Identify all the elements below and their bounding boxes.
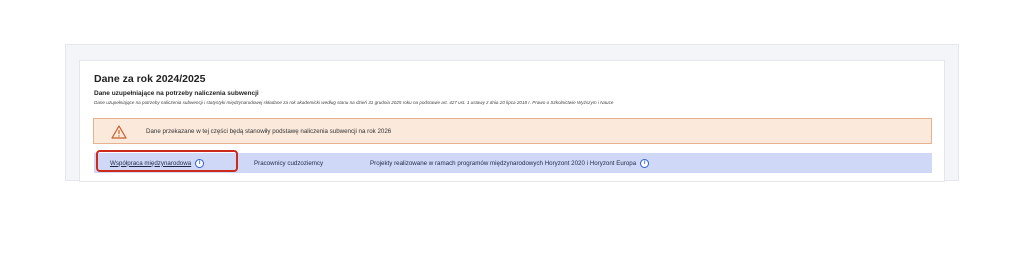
warning-triangle-icon [111, 125, 127, 139]
tab-label: Pracownicy cudzoziemcy [254, 159, 324, 167]
tab-bar: Współpraca międzynarodowa i Pracownicy c… [94, 150, 932, 173]
data-card: Dane za rok 2024/2025 Dane uzupełniające… [79, 60, 945, 182]
warning-banner: Dane przekazane w tej części będą stanow… [93, 118, 932, 144]
tab-projekty-horyzont[interactable]: Projekty realizowane w ramach programów … [370, 153, 650, 173]
content-panel: Dane za rok 2024/2025 Dane uzupełniające… [65, 44, 959, 182]
info-icon[interactable]: i [640, 158, 650, 168]
tab-wspolpraca-miedzynarodowa[interactable]: Współpraca międzynarodowa i [110, 153, 205, 173]
tab-label: Projekty realizowane w ramach programów … [370, 159, 637, 167]
warning-text: Dane przekazane w tej części będą stanow… [146, 128, 392, 135]
info-icon[interactable]: i [195, 158, 205, 168]
tab-label: Współpraca międzynarodowa [110, 159, 192, 167]
section-description: Dane uzupełniające na potrzeby naliczeni… [94, 100, 614, 105]
section-subtitle: Dane uzupełniające na potrzeby naliczeni… [94, 90, 259, 97]
tab-pracownicy-cudzoziemcy[interactable]: Pracownicy cudzoziemcy [254, 153, 323, 173]
section-title: Dane za rok 2024/2025 [94, 73, 206, 85]
